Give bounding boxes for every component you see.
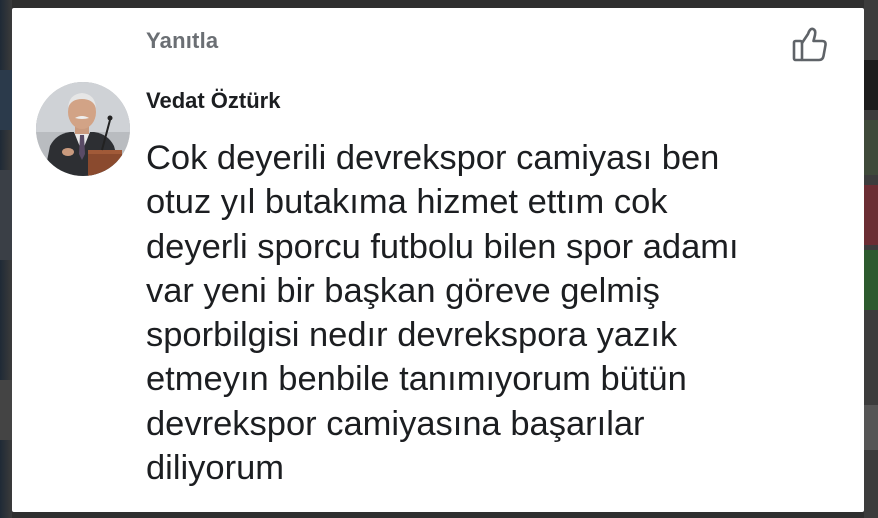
background-strip bbox=[0, 170, 12, 260]
background-strip bbox=[864, 250, 878, 310]
background-strip bbox=[864, 60, 878, 110]
thumbs-up-icon-glyph bbox=[792, 27, 827, 62]
background-strip bbox=[864, 120, 878, 175]
background-strip bbox=[0, 380, 12, 440]
background-page-left-edge bbox=[0, 0, 12, 518]
avatar-photo bbox=[36, 82, 130, 176]
comment-text: Cok deyerili devrekspor camiyası ben otu… bbox=[146, 139, 739, 488]
comment-author-name[interactable]: Vedat Öztürk bbox=[146, 88, 280, 114]
thumbs-up-icon[interactable] bbox=[788, 22, 832, 66]
background-page-right-edge bbox=[864, 0, 878, 518]
background-strip bbox=[0, 70, 12, 130]
screenshot-stage: Yanıtla Vedat Öztürk Cok deyerili devrek… bbox=[0, 0, 878, 518]
comment-card: Yanıtla Vedat Öztürk Cok deyerili devrek… bbox=[12, 8, 864, 512]
background-strip bbox=[864, 405, 878, 450]
background-strip bbox=[864, 185, 878, 245]
reply-link[interactable]: Yanıtla bbox=[146, 28, 218, 54]
avatar[interactable] bbox=[36, 82, 130, 176]
